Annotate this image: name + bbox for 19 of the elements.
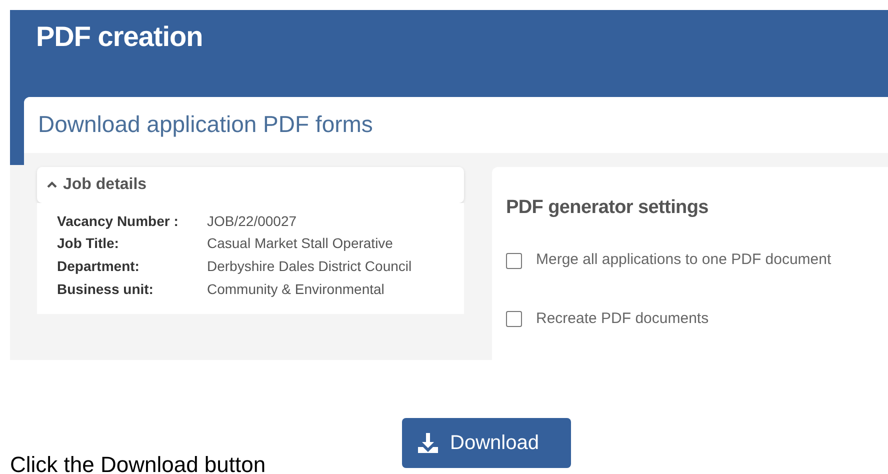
download-button[interactable]: Download: [402, 418, 571, 468]
download-icon: [416, 431, 440, 455]
checkbox-label[interactable]: Recreate PDF documents: [536, 308, 709, 330]
page-title: Download application PDF forms: [38, 111, 374, 139]
checkbox[interactable]: [506, 311, 522, 328]
field-label: Job Title:: [57, 235, 120, 252]
field-value: Derbyshire Dales District Council: [207, 258, 412, 275]
checkbox-label[interactable]: Merge all applications to one PDF document: [536, 249, 832, 272]
field-label: Department:: [57, 258, 140, 275]
field-label: Business unit:: [57, 280, 154, 298]
page-header-title: PDF creation: [36, 20, 204, 54]
instruction-text: Click the Download button: [10, 452, 266, 474]
job-details-header[interactable]: Job details: [37, 166, 464, 203]
field-value: JOB/22/00027: [207, 212, 297, 230]
field-value: Community & Environmental: [207, 280, 384, 298]
checkbox[interactable]: [506, 252, 522, 269]
field-label: Vacancy Number :: [57, 212, 180, 230]
field-value: Casual Market Stall Operative: [207, 235, 393, 252]
settings-title: PDF generator settings: [506, 196, 710, 220]
